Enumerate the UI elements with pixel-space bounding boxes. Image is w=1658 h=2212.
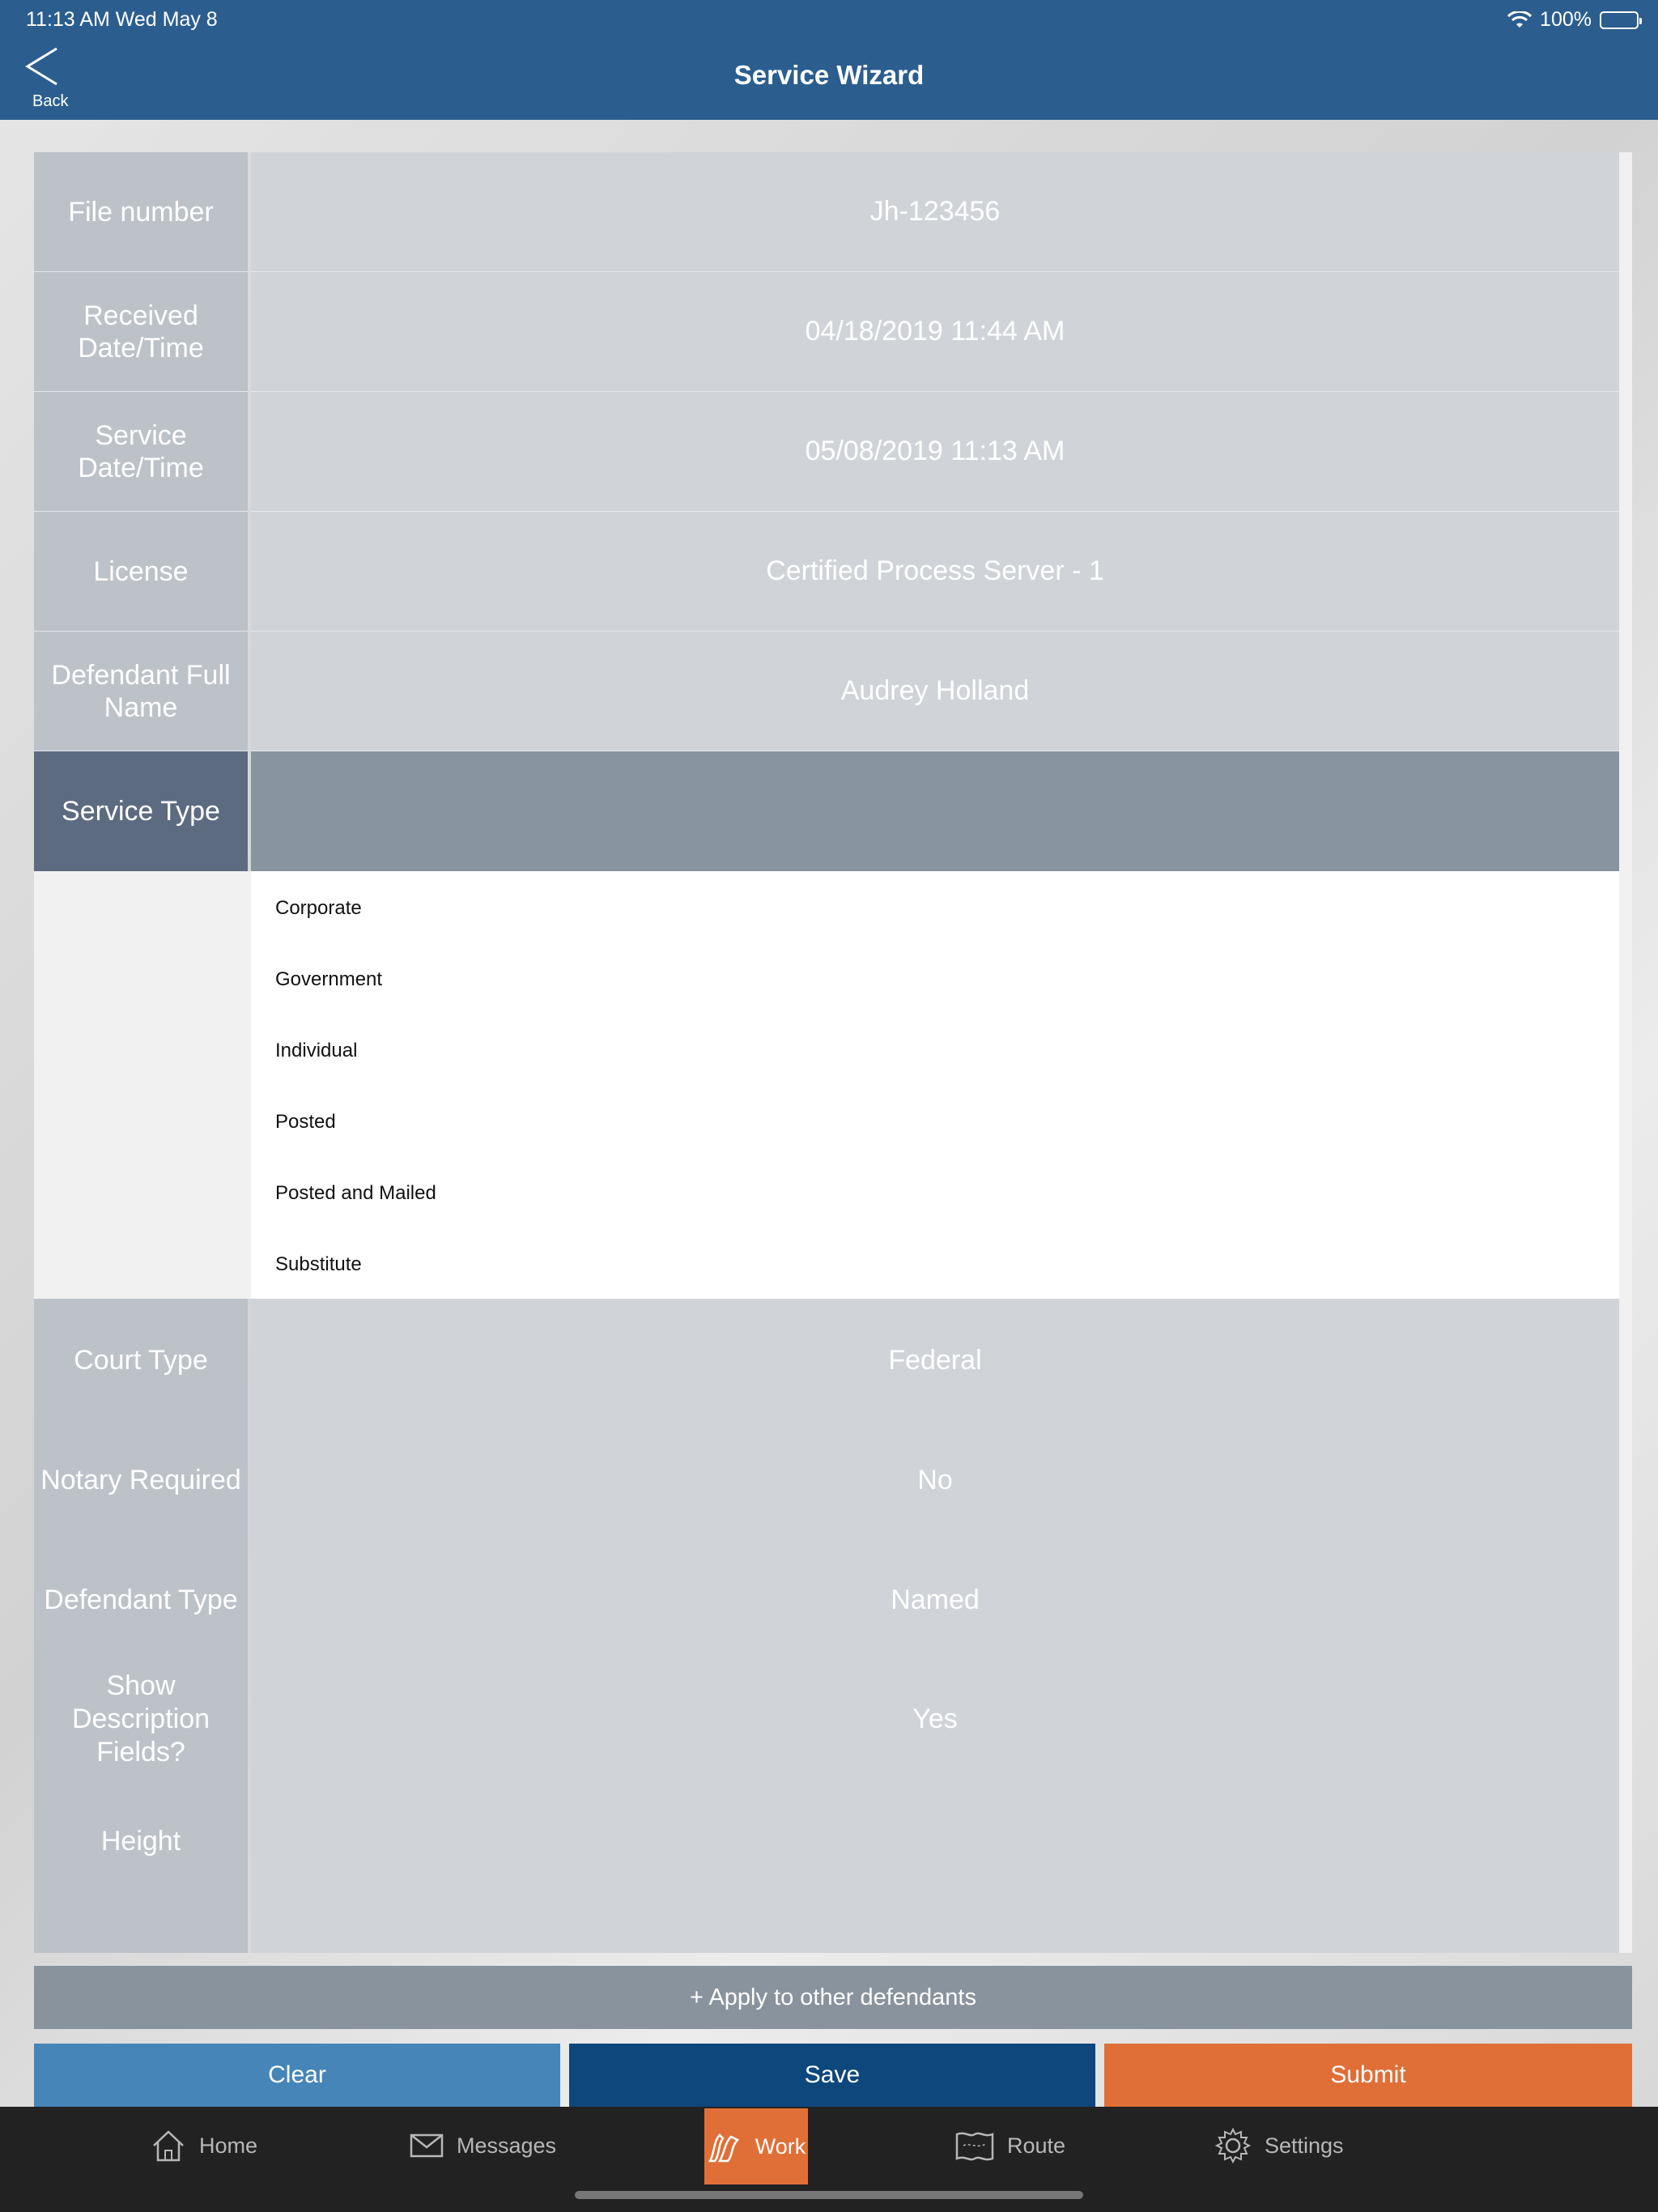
back-label: Back <box>32 92 69 110</box>
tab-home[interactable]: Home <box>151 2107 257 2184</box>
tab-label: Home <box>199 2133 258 2158</box>
form-label: File number <box>34 152 248 272</box>
form-row-received-date[interactable]: Received Date/Time 04/18/2019 11:44 AM <box>34 272 1619 392</box>
form-value[interactable]: Certified Process Server - 1 <box>251 512 1619 632</box>
service-type-select[interactable] <box>251 751 1619 871</box>
form-value[interactable]: 04/18/2019 11:44 AM <box>251 272 1619 392</box>
form-value[interactable]: 05/08/2019 11:13 AM <box>251 392 1619 512</box>
lower-rows: Court Type Federal Notary Required No De… <box>34 1299 1619 1953</box>
form-value[interactable]: Jh-123456 <box>251 152 1619 272</box>
form-row-defendant-name[interactable]: Defendant Full Name Audrey Holland <box>34 632 1619 751</box>
status-indicators: 100% <box>1507 8 1642 32</box>
form-value[interactable]: Yes <box>251 1658 1619 1780</box>
form-row-height[interactable]: Height <box>34 1801 1619 1882</box>
form-row-court-type[interactable]: Court Type Federal <box>34 1320 1619 1401</box>
save-button[interactable]: Save <box>569 2044 1095 2107</box>
form-row-show-description[interactable]: Show Description Fields? Yes <box>34 1658 1619 1780</box>
option-posted-and-mailed[interactable]: Posted and Mailed <box>275 1169 1603 1218</box>
form-value[interactable]: Named <box>251 1559 1619 1640</box>
envelope-icon <box>410 2133 444 2158</box>
form-row-file-number[interactable]: File number Jh-123456 <box>34 152 1619 272</box>
form-label: License <box>34 512 248 632</box>
form-value[interactable]: Federal <box>251 1320 1619 1401</box>
form-label: Height <box>100 1825 181 1857</box>
clear-button[interactable]: Clear <box>34 2044 560 2107</box>
option-individual[interactable]: Individual <box>275 1027 1603 1075</box>
home-icon <box>151 2128 186 2163</box>
tab-work[interactable]: Work <box>704 2108 808 2184</box>
tab-label: Work <box>755 2133 806 2159</box>
form-label: Defendant Type <box>44 1584 238 1615</box>
option-corporate[interactable]: Corporate <box>275 884 1603 933</box>
form-label: Notary Required <box>40 1464 241 1495</box>
battery-icon <box>1600 11 1642 29</box>
form-label: Received Date/Time <box>34 272 248 392</box>
form-row-service-date[interactable]: Service Date/Time 05/08/2019 11:13 AM <box>34 392 1619 512</box>
battery-percent: 100% <box>1540 8 1592 31</box>
form-row-service-type[interactable]: Service Type <box>34 751 1619 871</box>
option-list: Corporate Government Individual Posted P… <box>251 871 1632 1299</box>
scrollbar[interactable] <box>1619 152 1632 1953</box>
home-indicator[interactable] <box>575 2191 1083 2199</box>
form-label: Court Type <box>74 1344 208 1376</box>
service-type-dropdown: Corporate Government Individual Posted P… <box>34 871 1632 1299</box>
form-value[interactable] <box>251 1801 1619 1882</box>
form-value[interactable]: No <box>251 1440 1619 1521</box>
tab-route[interactable]: Route <box>955 2107 1065 2184</box>
map-icon <box>955 2129 994 2162</box>
page-title: Service Wizard <box>733 60 925 90</box>
form-value[interactable]: Audrey Holland <box>251 632 1619 751</box>
form-row-defendant-type[interactable]: Defendant Type Named <box>34 1559 1619 1640</box>
option-posted[interactable]: Posted <box>275 1098 1603 1146</box>
tab-messages[interactable]: Messages <box>410 2107 556 2184</box>
tab-label: Messages <box>457 2133 557 2158</box>
submit-button[interactable]: Submit <box>1104 2044 1632 2107</box>
option-substitute[interactable]: Substitute <box>275 1240 1603 1289</box>
form-label: Service Type <box>34 751 248 871</box>
tab-label: Settings <box>1265 2133 1344 2158</box>
work-icon <box>707 2129 742 2164</box>
service-form: File number Jh-123456 Received Date/Time… <box>34 152 1632 1953</box>
form-label: Show Description Fields? <box>71 1670 210 1767</box>
status-time: 11:13 AM Wed May 8 <box>26 8 218 31</box>
apply-to-other-defendants-button[interactable]: + Apply to other defendants <box>34 1966 1632 2029</box>
tab-label: Route <box>1007 2133 1066 2158</box>
gear-icon <box>1214 2127 1252 2164</box>
option-government[interactable]: Government <box>275 955 1603 1004</box>
form-label: Service Date/Time <box>34 392 248 512</box>
navigation-bar: 11:13 AM Wed May 8 100% Back Service Wiz… <box>0 0 1658 120</box>
form-row-license[interactable]: License Certified Process Server - 1 <box>34 512 1619 632</box>
wifi-icon <box>1507 10 1533 29</box>
tab-settings[interactable]: Settings <box>1214 2107 1344 2184</box>
form-row-notary-required[interactable]: Notary Required No <box>34 1440 1619 1521</box>
form-label: Defendant Full Name <box>34 632 248 751</box>
